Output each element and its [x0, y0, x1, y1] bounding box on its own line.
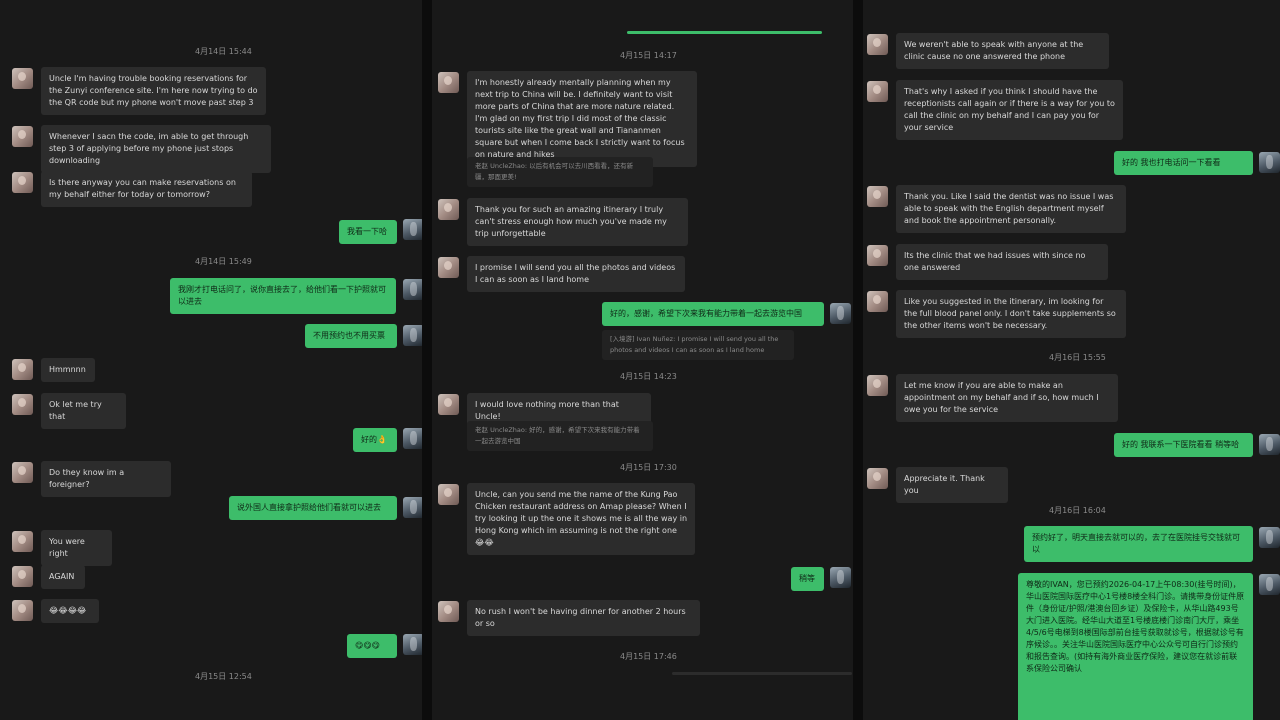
contact-avatar[interactable] [438, 72, 459, 93]
message-bubble: Thank you for such an amazing itinerary … [467, 198, 688, 246]
contact-avatar[interactable] [438, 199, 459, 220]
message-bubble: 好的，感谢，希望下次来我有能力带着一起去游览中国 [602, 302, 824, 326]
message-bubble: 😂😂😂😂 [41, 599, 99, 623]
timestamp: 4月15日 12:54 [195, 672, 252, 681]
timestamp: 4月15日 17:30 [620, 463, 677, 472]
message-bubble: Its the clinic that we had issues with s… [896, 244, 1108, 280]
message-bubble: 预约好了，明天直接去就可以的，去了在医院挂号交钱就可以 [1024, 526, 1253, 562]
self-avatar[interactable] [403, 279, 422, 300]
contact-avatar[interactable] [12, 68, 33, 89]
quoted-reply: 老赵 UncleZhao: 好的，感谢，希望下次来我有能力带着一起去游览中国 [467, 421, 653, 451]
timestamp: 4月15日 17:46 [620, 652, 677, 661]
message-bubble: Do they know im a foreigner? [41, 461, 171, 497]
message-bubble: 尊敬的IVAN，您已预约2026-04-17上午08:30(挂号时间)，华山医院… [1018, 573, 1253, 720]
message-bubble: 😋😋😋 [347, 634, 397, 658]
message-bubble: 好的 我也打电话问一下看看 [1114, 151, 1253, 175]
self-avatar[interactable] [403, 219, 422, 240]
message-bubble: Whenever I sacn the code, im able to get… [41, 125, 271, 173]
message-bubble: Appreciate it. Thank you [896, 467, 1008, 503]
self-avatar[interactable] [403, 497, 422, 518]
contact-avatar[interactable] [438, 484, 459, 505]
message-bubble: Thank you. Like I said the dentist was n… [896, 185, 1126, 233]
message-bubble: 我看一下哈 [339, 220, 397, 244]
message-bubble: I promise I will send you all the photos… [467, 256, 685, 292]
contact-avatar[interactable] [12, 172, 33, 193]
message-bubble: 好的 我联系一下医院看看 稍等哈 [1114, 433, 1253, 457]
message-bubble: Ok let me try that [41, 393, 126, 429]
timestamp: 4月15日 14:23 [620, 372, 677, 381]
message-bubble: AGAIN [41, 565, 85, 589]
message-bubble: No rush I won't be having dinner for ano… [467, 600, 700, 636]
scrolled-message-edge [672, 672, 852, 675]
contact-avatar[interactable] [867, 291, 888, 312]
timestamp: 4月14日 15:49 [195, 257, 252, 266]
self-avatar[interactable] [403, 634, 422, 655]
message-bubble: You were right [41, 530, 112, 566]
chat-column-3: We weren't able to speak with anyone at … [863, 0, 1280, 720]
quoted-reply: [入境游] Ivan Nuñez: I promise I will send … [602, 330, 794, 360]
contact-avatar[interactable] [438, 601, 459, 622]
contact-avatar[interactable] [12, 359, 33, 380]
message-bubble: 不用预约也不用买票 [305, 324, 397, 348]
message-bubble: 我刚才打电话问了，说你直接去了，给他们看一下护照就可以进去 [170, 278, 396, 314]
timestamp: 4月14日 15:44 [195, 47, 252, 56]
contact-avatar[interactable] [867, 186, 888, 207]
quoted-reply: 老赵 UncleZhao: 以后有机会可以去川西看看，还有新疆，那面更美! [467, 157, 653, 187]
message-bubble: 好的👌 [353, 428, 397, 452]
self-avatar[interactable] [830, 567, 851, 588]
contact-avatar[interactable] [12, 462, 33, 483]
contact-avatar[interactable] [438, 257, 459, 278]
timestamp: 4月16日 16:04 [1049, 506, 1106, 515]
contact-avatar[interactable] [12, 600, 33, 621]
message-bubble: Is there anyway you can make reservation… [41, 171, 252, 207]
contact-avatar[interactable] [12, 531, 33, 552]
contact-avatar[interactable] [867, 375, 888, 396]
scrolled-message-edge [627, 31, 822, 34]
contact-avatar[interactable] [438, 394, 459, 415]
self-avatar[interactable] [403, 325, 422, 346]
message-bubble: Hmmnnn [41, 358, 95, 382]
contact-avatar[interactable] [867, 81, 888, 102]
contact-avatar[interactable] [867, 34, 888, 55]
contact-avatar[interactable] [867, 245, 888, 266]
timestamp: 4月16日 15:55 [1049, 353, 1106, 362]
message-bubble: Like you suggested in the itinerary, im … [896, 290, 1126, 338]
message-bubble: 说外国人直接拿护照给他们看就可以进去 [229, 496, 397, 520]
timestamp: 4月15日 14:17 [620, 51, 677, 60]
message-bubble: Uncle, can you send me the name of the K… [467, 483, 695, 555]
self-avatar[interactable] [1259, 152, 1280, 173]
self-avatar[interactable] [1259, 574, 1280, 595]
message-bubble: 稍等 [791, 567, 824, 591]
contact-avatar[interactable] [12, 126, 33, 147]
chat-column-2: 4月15日 14:17 I'm honestly already mentall… [432, 0, 853, 720]
message-bubble: I'm honestly already mentally planning w… [467, 71, 697, 167]
contact-avatar[interactable] [12, 394, 33, 415]
self-avatar[interactable] [830, 303, 851, 324]
message-bubble: We weren't able to speak with anyone at … [896, 33, 1109, 69]
message-bubble: Uncle I'm having trouble booking reserva… [41, 67, 266, 115]
contact-avatar[interactable] [867, 468, 888, 489]
message-bubble: That's why I asked if you think I should… [896, 80, 1123, 140]
contact-avatar[interactable] [12, 566, 33, 587]
self-avatar[interactable] [1259, 434, 1280, 455]
self-avatar[interactable] [1259, 527, 1280, 548]
self-avatar[interactable] [403, 428, 422, 449]
chat-column-1: 4月14日 15:44 Uncle I'm having trouble boo… [0, 0, 422, 720]
message-bubble: Let me know if you are able to make an a… [896, 374, 1118, 422]
